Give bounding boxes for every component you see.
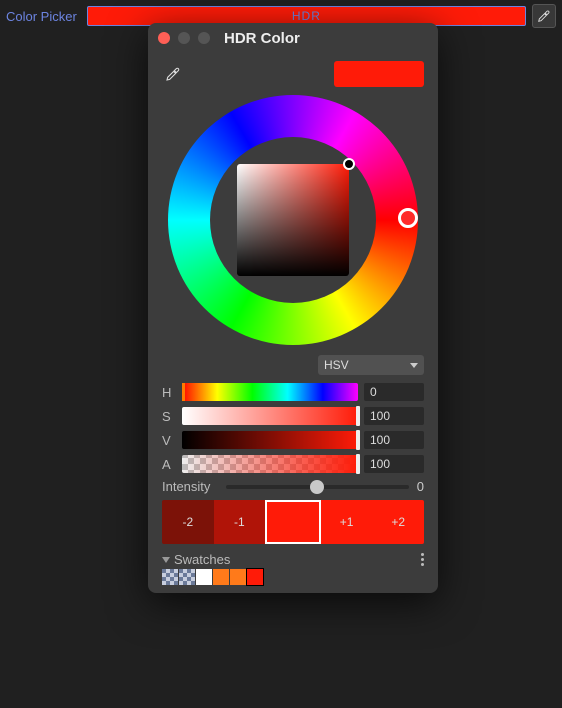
exposure-stop[interactable]: +2 xyxy=(372,500,424,544)
triangle-down-icon xyxy=(162,557,170,563)
value-row: V 100 xyxy=(162,431,424,449)
exposure-stop[interactable]: +1 xyxy=(321,500,373,544)
saturation-input[interactable]: 100 xyxy=(364,407,424,425)
close-button[interactable] xyxy=(158,32,170,44)
value-slider[interactable] xyxy=(182,431,358,449)
sv-box[interactable] xyxy=(237,164,349,276)
exposure-stop[interactable] xyxy=(265,500,321,544)
hue-label: H xyxy=(162,385,176,400)
value-label: V xyxy=(162,433,176,448)
color-mode-value: HSV xyxy=(324,358,349,372)
hue-input[interactable]: 0 xyxy=(364,383,424,401)
current-color-swatch[interactable] xyxy=(334,61,424,87)
swatch-item[interactable] xyxy=(213,569,229,585)
saturation-row: S 100 xyxy=(162,407,424,425)
intensity-knob[interactable] xyxy=(310,480,324,494)
swatch-item[interactable] xyxy=(196,569,212,585)
alpha-slider[interactable] xyxy=(182,455,358,473)
titlebar[interactable]: HDR Color xyxy=(148,23,438,53)
value-input[interactable]: 100 xyxy=(364,431,424,449)
exposure-stop[interactable]: -1 xyxy=(214,500,266,544)
window-controls xyxy=(158,32,210,44)
eyedropper-icon xyxy=(165,66,181,82)
hue-row: H 0 xyxy=(162,383,424,401)
eyedropper-button[interactable] xyxy=(162,63,184,85)
eyedropper-button[interactable] xyxy=(532,4,556,28)
color-mode-select[interactable]: HSV xyxy=(318,355,424,375)
intensity-row: Intensity 0 xyxy=(162,479,424,494)
alpha-label: A xyxy=(162,457,176,472)
swatch-item[interactable] xyxy=(230,569,246,585)
intensity-input[interactable]: 0 xyxy=(417,479,424,494)
chevron-down-icon xyxy=(410,363,418,368)
alpha-input[interactable]: 100 xyxy=(364,455,424,473)
property-label: Color Picker xyxy=(6,9,77,24)
hdr-badge: HDR xyxy=(292,9,321,23)
maximize-button[interactable] xyxy=(198,32,210,44)
hue-cursor[interactable] xyxy=(398,208,418,228)
color-wheel[interactable] xyxy=(168,95,418,345)
sv-cursor[interactable] xyxy=(343,158,355,170)
intensity-slider[interactable] xyxy=(226,485,409,489)
swatch-row xyxy=(162,569,424,585)
exposure-stops: -2-1 +1+2 xyxy=(162,500,424,544)
eyedropper-icon xyxy=(537,9,551,23)
swatches-menu-button[interactable] xyxy=(421,553,424,566)
swatch-item[interactable] xyxy=(247,569,263,585)
hdr-color-dialog: HDR Color HSV H 0 xyxy=(148,23,438,593)
exposure-stop[interactable]: -2 xyxy=(162,500,214,544)
minimize-button[interactable] xyxy=(178,32,190,44)
swatch-item[interactable] xyxy=(162,569,178,585)
hue-slider[interactable] xyxy=(182,383,358,401)
swatches-foldout[interactable]: Swatches xyxy=(162,552,230,567)
saturation-label: S xyxy=(162,409,176,424)
intensity-label: Intensity xyxy=(162,479,218,494)
swatch-item[interactable] xyxy=(179,569,195,585)
dialog-title: HDR Color xyxy=(224,30,300,47)
swatches-label: Swatches xyxy=(174,552,230,567)
alpha-row: A 100 xyxy=(162,455,424,473)
saturation-slider[interactable] xyxy=(182,407,358,425)
